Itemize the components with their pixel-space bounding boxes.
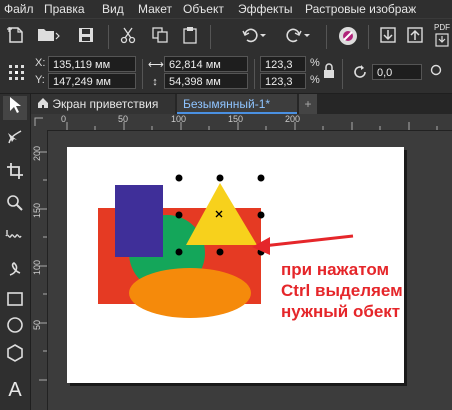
rotation-icon: [350, 63, 370, 87]
menu-object[interactable]: Объект: [183, 2, 224, 16]
annotation-line-2: Ctrl выделяем: [281, 281, 403, 300]
publish-pdf-button[interactable]: PDF: [432, 23, 452, 50]
menu-effects[interactable]: Эффекты: [238, 2, 293, 16]
copy-icon[interactable]: [150, 26, 170, 50]
vertical-ruler[interactable]: 200 150 100 50: [31, 130, 48, 410]
pdf-icon: [435, 33, 449, 47]
rectangle-tool-icon[interactable]: [3, 290, 27, 314]
standard-toolbar: PDF: [0, 18, 452, 54]
property-bar: X: 135,119 мм Y: 147,249 мм ⟷ 62,814 мм …: [0, 53, 452, 94]
annotation-text: при нажатом Ctrl выделяем нужный обект: [281, 259, 441, 322]
annotation-line-1: при нажатом: [281, 260, 390, 279]
pick-tool-icon[interactable]: [3, 96, 27, 120]
menu-file[interactable]: Файл: [4, 2, 34, 16]
add-tab-button[interactable]: +: [299, 94, 317, 114]
polygon-tool-icon[interactable]: [3, 344, 27, 368]
tab-welcome-label: Экран приветствия: [52, 97, 159, 111]
toolbar-separator: [326, 25, 327, 49]
menu-edit[interactable]: Правка: [44, 2, 85, 16]
height-field[interactable]: 54,398 мм: [164, 73, 248, 89]
tab-welcome-screen[interactable]: Экран приветствия: [31, 94, 175, 114]
menu-layout[interactable]: Макет: [138, 2, 172, 16]
toolbar-separator: [210, 25, 211, 49]
tab-document-label: Безымянный-1*: [183, 97, 271, 111]
y-label: Y:: [35, 74, 45, 86]
toolbar-separator: [142, 59, 143, 89]
text-tool-icon[interactable]: A: [3, 378, 27, 402]
publish-pdf-label: PDF: [434, 23, 450, 32]
paste-icon[interactable]: [180, 26, 200, 50]
save-icon[interactable]: [76, 26, 96, 50]
orange-ellipse[interactable]: [129, 268, 251, 318]
ruler-tick: 150: [228, 114, 244, 124]
height-icon: ↕: [152, 76, 158, 88]
tab-document[interactable]: Безымянный-1*: [177, 94, 297, 114]
ruler-tick: 0: [61, 114, 67, 124]
ruler-tick: 50: [118, 114, 129, 124]
ruler-tick: 150: [32, 203, 42, 219]
ruler-tick: 200: [285, 114, 301, 124]
width-field[interactable]: 62,814 мм: [164, 56, 248, 72]
toolbox: A: [0, 94, 31, 410]
ruler-tick: 200: [32, 146, 42, 162]
scale-x-field[interactable]: 123,3: [260, 56, 306, 72]
ellipse-mode-icon[interactable]: [428, 63, 444, 83]
crop-tool-icon[interactable]: [3, 162, 27, 186]
home-icon: [38, 98, 48, 108]
ruler-tick: 50: [32, 320, 42, 331]
artistic-media-tool-icon[interactable]: [3, 260, 27, 284]
cut-icon[interactable]: [118, 26, 138, 50]
undo-icon[interactable]: [240, 26, 268, 50]
zoom-tool-icon[interactable]: [3, 194, 27, 218]
shape-tool-icon[interactable]: [3, 128, 27, 152]
annotation-line-3: нужный обект: [281, 302, 401, 321]
x-position-field[interactable]: 135,119 мм: [48, 56, 136, 72]
menu-bitmaps[interactable]: Растровые изображ: [305, 2, 416, 16]
ruler-origin[interactable]: [31, 114, 47, 130]
rotation-angle-field[interactable]: 0,0: [372, 64, 422, 80]
ellipse-tool-icon[interactable]: [3, 316, 27, 340]
document-tabs: Экран приветствия Безымянный-1* +: [31, 94, 452, 114]
lock-ratio-icon[interactable]: [322, 63, 336, 85]
menu-bar: Файл Правка Вид Макет Объект Эффекты Рас…: [0, 0, 452, 18]
ruler-tick: 100: [32, 260, 42, 276]
menu-view[interactable]: Вид: [102, 2, 124, 16]
freehand-tool-icon[interactable]: [3, 228, 27, 252]
export-icon[interactable]: [405, 26, 425, 50]
toolbar-separator: [342, 59, 343, 89]
x-label: X:: [35, 57, 46, 69]
scale-y-field[interactable]: 123,3: [260, 73, 306, 89]
ruler-tick: 100: [171, 114, 187, 124]
y-position-field[interactable]: 147,249 мм: [48, 73, 136, 89]
toolbar-separator: [368, 25, 369, 49]
new-document-icon[interactable]: [6, 26, 26, 50]
corel-connect-icon[interactable]: [338, 26, 358, 52]
percent-label: %: [310, 57, 320, 69]
drawing-canvas[interactable]: при нажатом Ctrl выделяем нужный обект: [48, 131, 452, 410]
toolbar-separator: [108, 25, 109, 49]
percent-label: %: [310, 74, 320, 86]
open-folder-icon[interactable]: [36, 26, 62, 50]
annotation-arrow: [262, 234, 354, 248]
redo-icon[interactable]: [284, 26, 312, 50]
toolbar-separator: [254, 59, 255, 89]
import-icon[interactable]: [378, 26, 398, 50]
purple-rectangle[interactable]: [115, 185, 163, 257]
horizontal-ruler[interactable]: 0 50 100 150 200: [47, 114, 452, 131]
reference-point-icon[interactable]: [6, 63, 26, 87]
